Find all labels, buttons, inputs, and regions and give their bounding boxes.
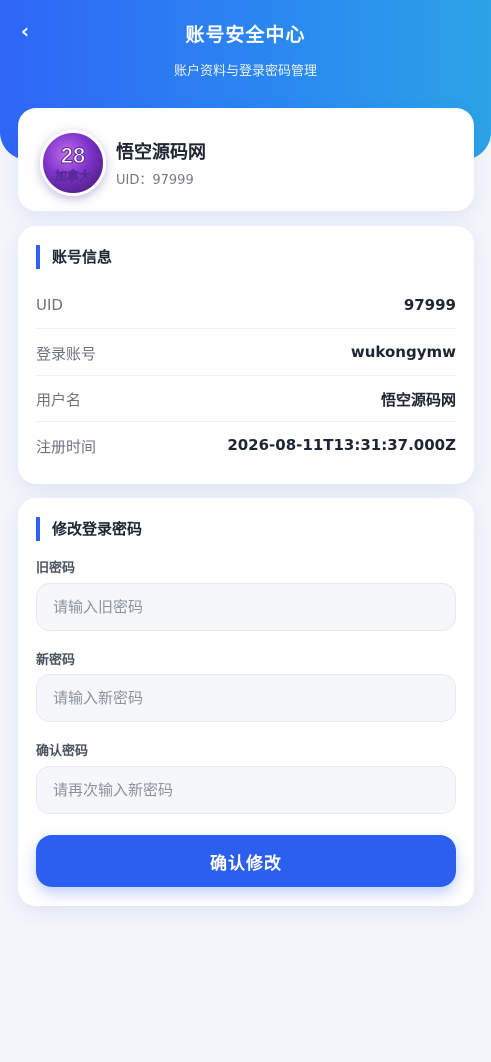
svg-text:28: 28 bbox=[61, 143, 85, 168]
info-value: 97999 bbox=[403, 296, 456, 314]
old-password-input[interactable] bbox=[36, 583, 456, 631]
page-title: 账号安全中心 bbox=[185, 24, 306, 46]
confirm-password-input[interactable] bbox=[36, 766, 456, 814]
account-info-card: 账号信息 UID 97999 登录账号 wukongymw 用户名 悟空源码网 … bbox=[18, 226, 474, 484]
info-label: 登录账号 bbox=[36, 345, 97, 363]
change-password-card: 修改登录密码 旧密码 新密码 确认密码 确认修改 bbox=[18, 498, 474, 906]
change-password-title: 修改登录密码 bbox=[36, 517, 142, 541]
info-label: UID bbox=[36, 296, 63, 314]
info-value: 2026-08-11T13:31:37.000Z bbox=[227, 436, 456, 454]
confirm-password-label: 确认密码 bbox=[36, 744, 89, 759]
info-value: 悟空源码网 bbox=[380, 391, 456, 409]
info-row-username: 用户名 悟空源码网 bbox=[36, 375, 456, 422]
svg-text:加拿大: 加拿大 bbox=[54, 168, 91, 183]
profile-name: 悟空源码网 bbox=[116, 142, 206, 163]
info-label: 注册时间 bbox=[36, 438, 97, 456]
profile-card: 28 加拿大 悟空源码网 UID：97999 bbox=[18, 108, 474, 211]
info-label: 用户名 bbox=[36, 391, 82, 409]
old-password-label: 旧密码 bbox=[36, 561, 76, 576]
info-value: wukongymw bbox=[350, 343, 456, 361]
avatar-logo-icon: 28 加拿大 bbox=[54, 143, 92, 184]
info-row-login-account: 登录账号 wukongymw bbox=[36, 329, 456, 376]
new-password-label: 新密码 bbox=[36, 653, 76, 668]
avatar: 28 加拿大 bbox=[40, 130, 106, 196]
info-row-uid: UID 97999 bbox=[36, 282, 456, 329]
profile-uid: UID：97999 bbox=[116, 173, 194, 188]
account-info-title: 账号信息 bbox=[36, 245, 112, 269]
page-subtitle: 账户资料与登录密码管理 bbox=[173, 64, 317, 79]
info-row-register-time: 注册时间 2026-08-11T13:31:37.000Z bbox=[36, 422, 456, 468]
confirm-change-button[interactable]: 确认修改 bbox=[36, 835, 456, 887]
new-password-input[interactable] bbox=[36, 674, 456, 722]
